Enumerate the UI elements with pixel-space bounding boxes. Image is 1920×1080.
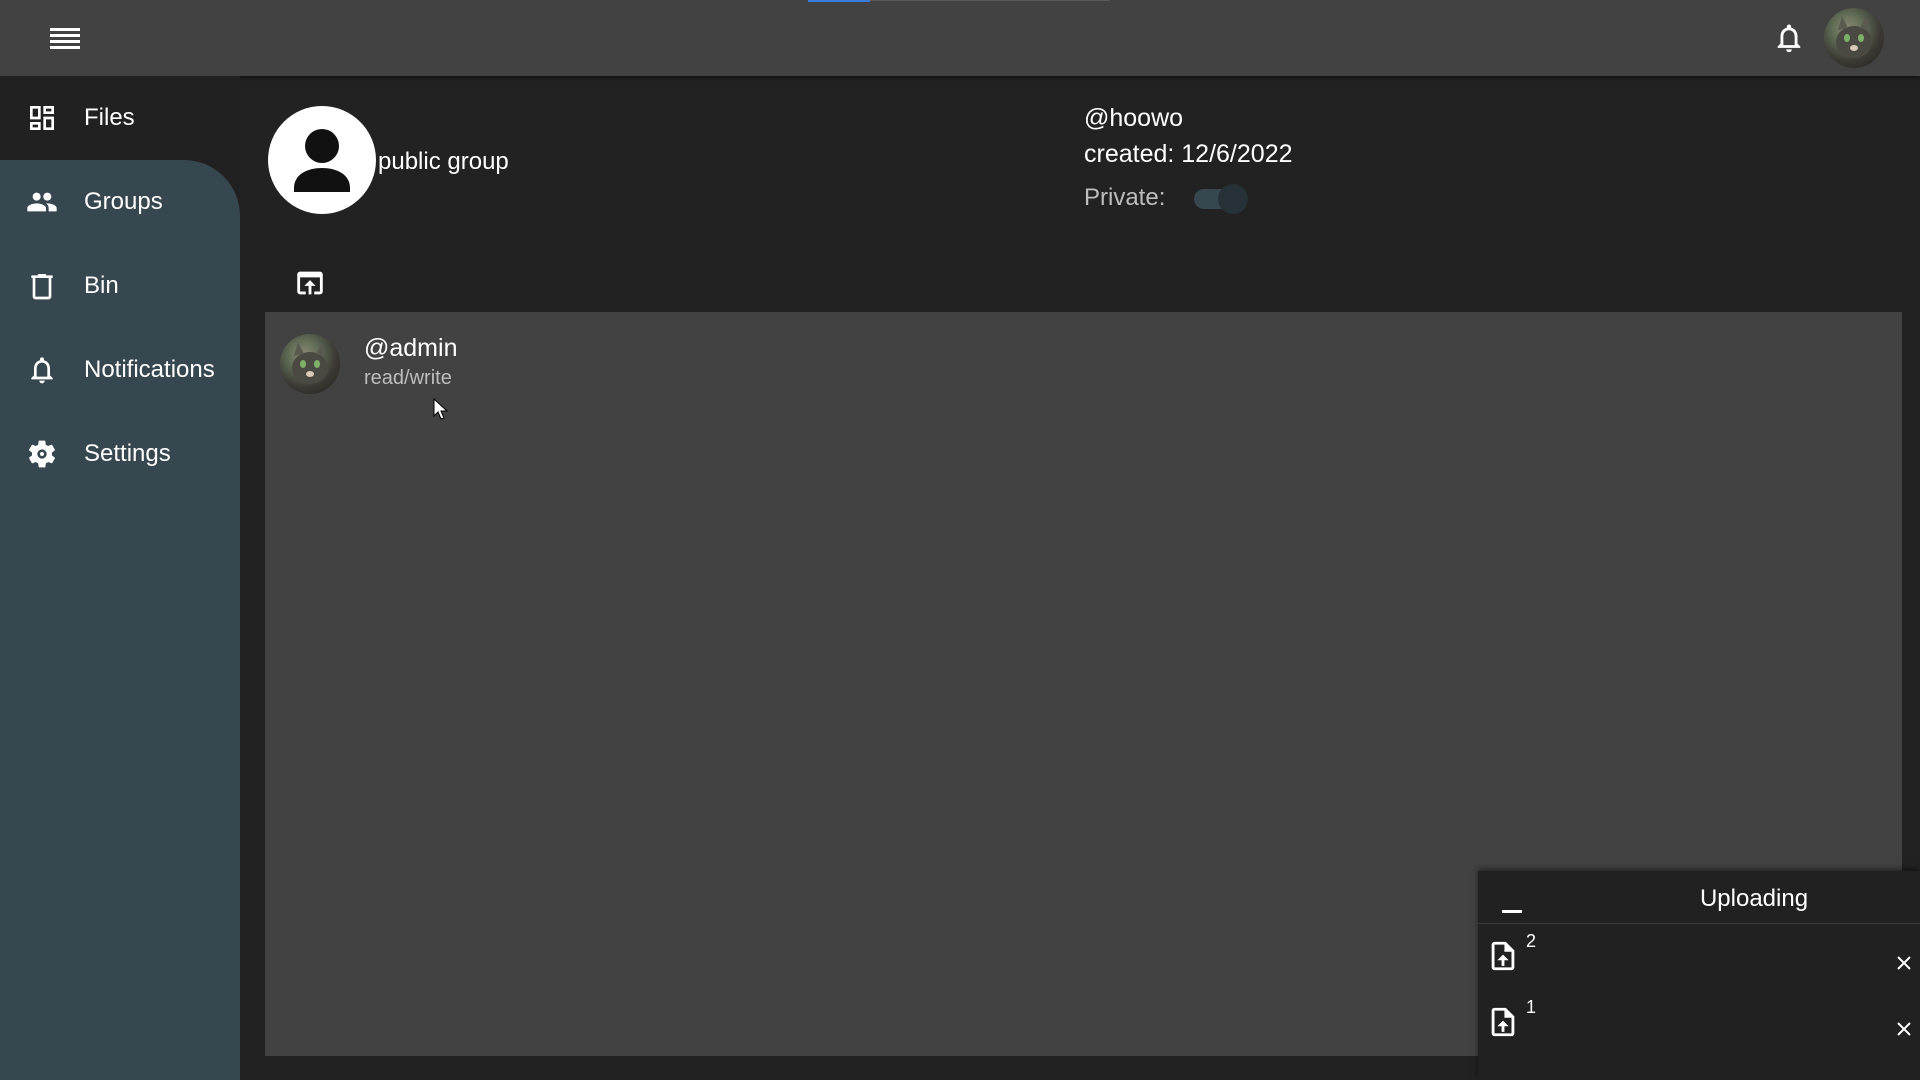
upload-icon[interactable] xyxy=(293,266,327,300)
close-icon[interactable] xyxy=(1894,1019,1914,1039)
sidebar-item-label: Notifications xyxy=(84,356,215,383)
sidebar-item-files[interactable]: Files xyxy=(0,90,240,146)
loading-progress-bar xyxy=(808,0,870,2)
sidebar-item-label: Files xyxy=(84,104,135,131)
notifications-bell-icon[interactable] xyxy=(1772,20,1806,56)
sidebar-item-label: Bin xyxy=(84,272,119,299)
group-avatar xyxy=(268,106,376,214)
group-created-date: created: 12/6/2022 xyxy=(1084,140,1293,168)
sidebar-item-notifications[interactable]: Notifications xyxy=(0,342,240,398)
member-permission: read/write xyxy=(364,367,452,389)
private-label: Private: xyxy=(1084,184,1166,211)
member-name: @admin xyxy=(364,334,458,362)
upload-item-name: 1 xyxy=(1526,997,1537,1017)
mouse-cursor-icon xyxy=(433,397,449,420)
sidebar: Files Groups Bin Notifications Settings xyxy=(0,76,240,1080)
private-toggle-thumb[interactable] xyxy=(1218,184,1248,214)
sidebar-item-label: Settings xyxy=(84,440,171,467)
group-name: public group xyxy=(378,148,509,175)
dashboard-icon xyxy=(26,102,58,134)
upload-panel: Uploading 2 1 xyxy=(1478,871,1920,1080)
upload-panel-header: Uploading xyxy=(1478,871,1920,924)
file-upload-icon xyxy=(1486,937,1520,975)
people-icon xyxy=(26,186,58,218)
close-icon[interactable] xyxy=(1894,953,1914,973)
menu-icon[interactable] xyxy=(48,22,82,54)
user-avatar[interactable] xyxy=(1824,8,1884,68)
upload-item: 2 xyxy=(1478,923,1920,983)
sidebar-item-groups[interactable]: Groups xyxy=(0,174,240,230)
sidebar-item-settings[interactable]: Settings xyxy=(0,426,240,482)
person-icon xyxy=(294,129,350,192)
member-row[interactable]: @admin read/write xyxy=(265,332,765,402)
sidebar-item-label: Groups xyxy=(84,188,163,215)
gear-icon xyxy=(26,438,58,470)
file-upload-icon xyxy=(1486,1003,1520,1041)
upload-item-name: 2 xyxy=(1526,931,1537,951)
top-app-bar xyxy=(0,0,1920,76)
upload-panel-title: Uploading xyxy=(1699,885,1809,912)
upload-item: 1 xyxy=(1478,989,1920,1049)
bell-icon xyxy=(26,354,58,386)
member-avatar xyxy=(280,334,340,394)
loading-progress-track xyxy=(870,0,1110,1)
sidebar-item-bin[interactable]: Bin xyxy=(0,258,240,314)
group-owner: @hoowo xyxy=(1084,104,1184,132)
trash-icon xyxy=(26,270,58,302)
